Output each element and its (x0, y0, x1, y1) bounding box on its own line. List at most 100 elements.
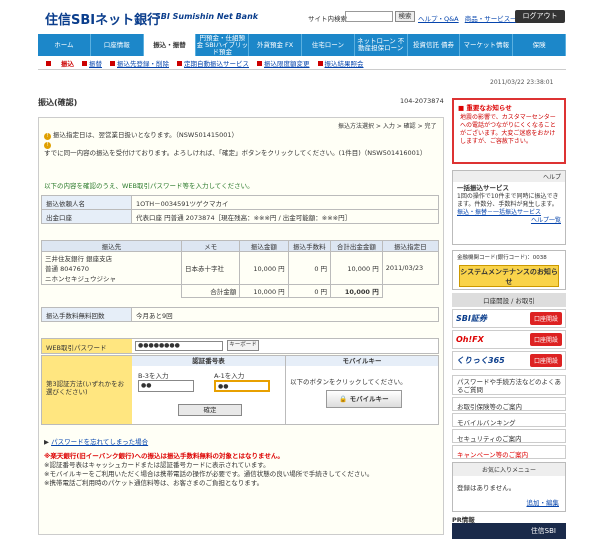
step-indicator: 振込方法選択 > 入力 > 確認 > 完了 (338, 123, 437, 130)
subnav-register[interactable]: 振込先登録・削除 (110, 58, 169, 68)
nav-market[interactable]: マーケット情報 (460, 34, 514, 56)
free-label: 振込手数料無料回数 (41, 307, 132, 322)
note-2: ※モバイルキーをご利用いただく場合は携帯電話の操作が必要です。通信状態の良い場所… (44, 470, 374, 478)
search-button[interactable]: 検索 (395, 11, 415, 22)
nav-insurance[interactable]: 保険 (513, 34, 566, 56)
mobile-key-button[interactable]: 🔒 モバイルキー (326, 390, 402, 408)
favorites-title: お気に入りメニュー (453, 463, 565, 476)
search-input[interactable] (345, 11, 393, 22)
mobile-key-title: モバイルキー (286, 356, 438, 366)
software-keyboard-button[interactable]: キーボード (227, 340, 259, 351)
top-links: ヘルプ・Q&A 商品・サービス一覧 (418, 13, 527, 23)
ohfx-row[interactable]: Oh!FX 口座開設 (452, 330, 566, 349)
col-total: 合計出金金額 (330, 240, 383, 252)
square-icon (46, 60, 51, 66)
subnav-transfer[interactable]: 振込 (46, 58, 74, 68)
subnav-auto[interactable]: 定期自動振込サービス (177, 58, 249, 68)
confirm-instruction: 以下の内容を確認のうえ、WEB取引パスワード等を入力してください。 (44, 182, 254, 190)
sender-label: 振込依頼人名 (41, 195, 132, 210)
square-icon (110, 60, 115, 66)
account-label: 出金口座 (41, 209, 132, 224)
nav-fx[interactable]: 外貨預金 FX (249, 34, 302, 56)
auth-card-title: 認証番号表 (132, 356, 285, 366)
help-link[interactable]: 振込・振替－一括振込サービス (457, 209, 541, 216)
maintenance-button[interactable]: システムメンテナンスのお知らせ (459, 265, 559, 287)
insurance-guide-link[interactable]: お取引保険等のご案内 (452, 397, 566, 411)
nav-home[interactable]: ホーム (38, 34, 91, 56)
nav-funds[interactable]: 投資信託 債券 (408, 34, 461, 56)
a1-input[interactable]: ●● (214, 380, 270, 392)
campaign-link[interactable]: キャンペーン等のご案内 (452, 445, 566, 459)
help-list-link[interactable]: ヘルプ一覧 (531, 217, 561, 225)
lock-icon: 🔒 (339, 395, 350, 403)
pr-banner[interactable]: 住信SBI (452, 523, 566, 539)
nav-loan[interactable]: ネットローン 不動産担保ローン (355, 34, 408, 56)
help-link[interactable]: ヘルプ・Q&A (418, 15, 459, 23)
memo-cell: 日本赤十字社 (180, 251, 241, 285)
subnav-result[interactable]: 振込結果照会 (317, 58, 364, 68)
sender-table: 振込依頼人名 1OTH－0034591ツゲクマカイ 出金口座 代表口座 円普通 20… (41, 195, 439, 224)
account-open-panel: 口座開設 / お取引 SBI証券 口座開設 Oh!FX 口座開設 くりっく365 口座… (452, 293, 566, 370)
nav-transfer[interactable]: 振込・振替 (143, 34, 197, 56)
favorites-add-link[interactable]: 追加・編集 (527, 497, 560, 507)
square-icon (257, 60, 262, 66)
favorites-panel: お気に入りメニュー 登録はありません。 追加・編集 (452, 462, 566, 512)
note-1: ※認証番号表はキャッシュカードまたは認証番号カードに表示されています。 (44, 461, 270, 469)
b3-label: B-3を入力 (138, 372, 169, 380)
free-table: 振込手数料無料回数 今月あと9回 (41, 307, 439, 322)
mobile-key-panel: モバイルキー 以下のボタンをクリックしてください。 🔒 モバイルキー (286, 356, 438, 424)
page-title: 振込(確認) (38, 98, 78, 107)
warning-icon: ! (44, 133, 51, 140)
warning-1: ! 振込指定日は、翌営業日扱いとなります。（NSW501415001） (44, 131, 434, 140)
warning-messages: ! 振込指定日は、翌営業日扱いとなります。（NSW501415001） !すでに同… (44, 131, 434, 158)
auth-label: 第3認証方法(いずれかをお選びください) (42, 356, 132, 424)
sbi-securities-row[interactable]: SBI証券 口座開設 (452, 309, 566, 328)
sum-amount: 10,000 円 (239, 284, 289, 298)
header: 住信SBIネット銀行 SBI Sumishin Net Bank サイト内検索 … (0, 0, 600, 34)
square-icon (177, 60, 182, 66)
subnav-furikae[interactable]: 振替 (82, 58, 102, 68)
important-news: ■ 重要なお知らせ 地震の影響で、カスタマーセンターへの電話がつながりにくくなる… (452, 98, 566, 164)
main-nav: ホーム 口座情報 振込・振替 円預金・仕組預金 SBIハイブリッド預金 外貨預金… (38, 34, 566, 56)
nav-account-info[interactable]: 口座情報 (91, 34, 144, 56)
col-date: 振込指定日 (381, 240, 440, 252)
help-panel: ヘルプ 一括振込サービス 1回の操作で10件まで同時に振込できます。件数分、手数… (452, 170, 566, 245)
logout-button[interactable]: ログアウト (515, 10, 565, 23)
dest-cell: 三井住友銀行 銀座支店 普通 8047670 ニホンセキジュウジシャ (41, 251, 182, 285)
maintenance-panel: 金融機関コード(銀行コード)：0038 システムメンテナンスのお知らせ (452, 250, 566, 290)
b3-input[interactable]: ●● (138, 380, 194, 392)
security-guide-link[interactable]: セキュリティのご案内 (452, 429, 566, 443)
open-account-button[interactable]: 口座開設 (529, 312, 562, 325)
forgot-password[interactable]: ▶ パスワードを忘れてしまった場合 (44, 436, 148, 446)
news-body: 地震の影響で、カスタマーセンターへの電話がつながりにくくなることがございます。大… (460, 114, 556, 145)
bank-logo[interactable]: 住信SBIネット銀行 (45, 9, 160, 28)
nav-mortgage[interactable]: 住宅ローン (302, 34, 355, 56)
subnav-limit[interactable]: 振込限度額変更 (257, 58, 310, 68)
warning-2: !すでに同一内容の振込を受付けております。よろしければ、「確定」ボタンをクリック… (44, 142, 427, 157)
bank-logo-en: SBI Sumishin Net Bank (155, 12, 259, 21)
nav-deposit[interactable]: 円預金・仕組預金 SBIハイブリッド預金 (196, 34, 250, 56)
table-row: 三井住友銀行 銀座支店 普通 8047670 ニホンセキジュウジシャ 日本赤十字… (41, 251, 440, 285)
amount-cell: 10,000 円 (239, 251, 289, 285)
mobile-banking-link[interactable]: モバイルバンキング (452, 413, 566, 427)
open-account-button[interactable]: 口座開設 (529, 333, 562, 346)
auth-card-panel: 認証番号表 B-3を入力 A-1を入力 ●● ●● 確定 (132, 356, 286, 424)
confirm-button[interactable]: 確定 (178, 404, 242, 416)
help-title: 一括振込サービス (457, 184, 509, 192)
transfer-table: 振込先 メモ 振込金額 振込手数料 合計出金金額 振込指定日 三井住友銀行 銀座… (41, 240, 440, 298)
fee-cell: 0 円 (287, 251, 332, 285)
password-input[interactable]: ●●●●●●●● (135, 341, 223, 351)
open-account-button[interactable]: 口座開設 (529, 354, 562, 367)
bank-code: 金融機関コード(銀行コード)：0038 (457, 255, 547, 261)
sum-row: 合計金額 10,000 円 0 円 10,000 円 (41, 284, 439, 298)
faq-link[interactable]: パスワードや手続方法などのよくあるご質問 (452, 375, 566, 395)
total-cell: 10,000 円 (330, 251, 383, 285)
date-cell: 2011/03/23 (381, 251, 440, 285)
click365-row[interactable]: くりっく365 口座開設 (452, 351, 566, 370)
sum-total: 10,000 円 (330, 284, 383, 298)
help-body: 1回の操作で10件まで同時に振込できます。件数分、手数料が発生します。 (457, 193, 559, 208)
news-title: ■ 重要なお知らせ (458, 104, 512, 112)
warning-icon: ! (44, 142, 51, 149)
col-dest: 振込先 (41, 240, 182, 252)
sum-fee: 0 円 (287, 284, 332, 298)
